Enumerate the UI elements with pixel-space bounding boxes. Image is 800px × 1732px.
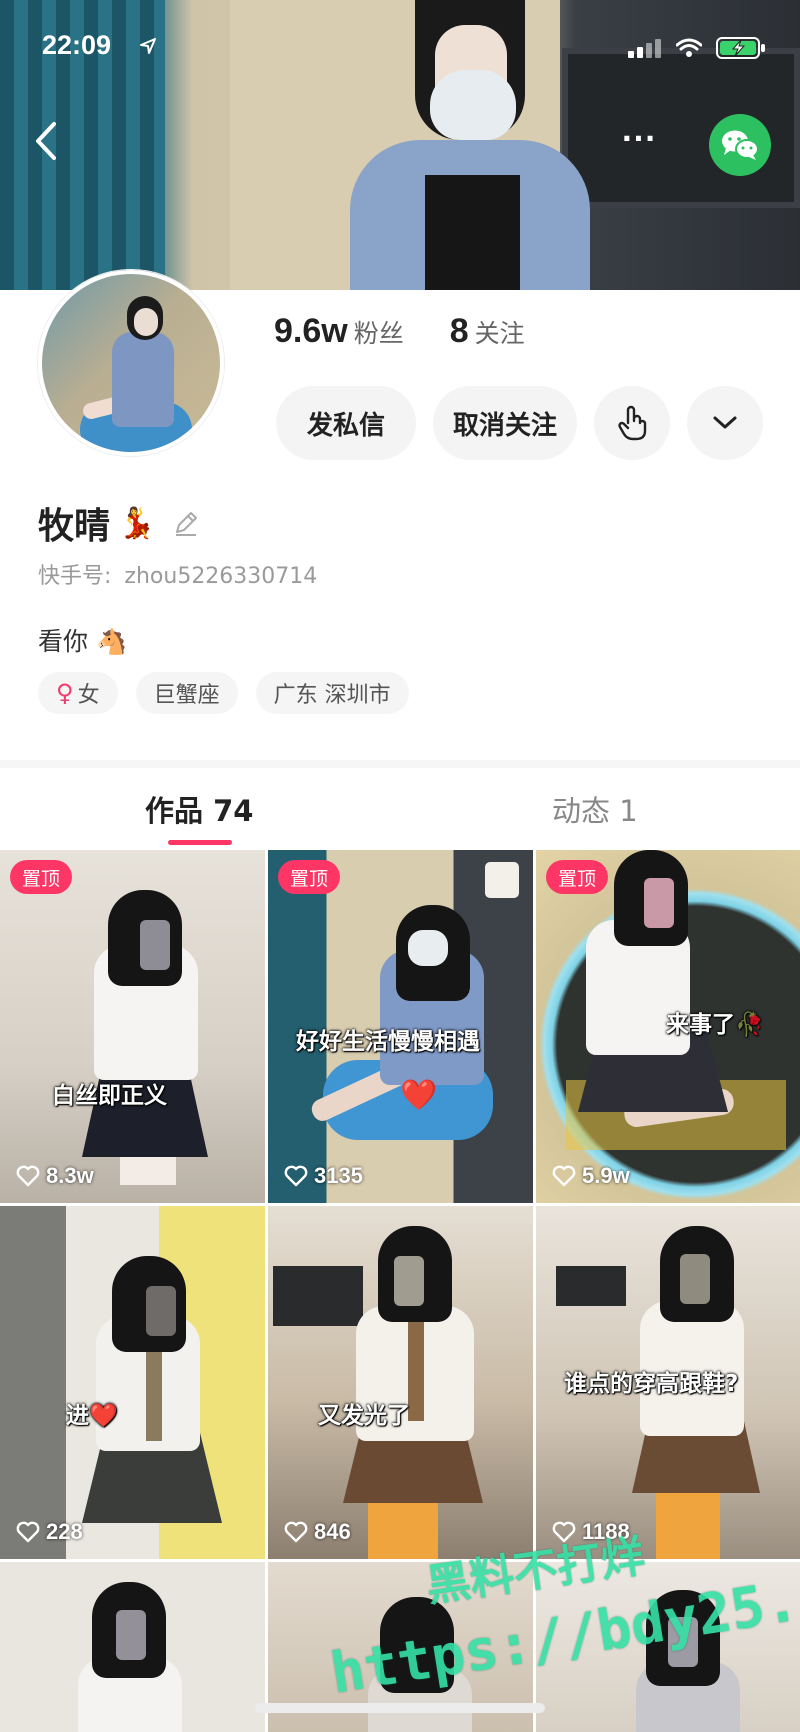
pinned-badge: 置顶 <box>278 860 341 894</box>
home-indicator <box>255 1703 545 1713</box>
more-button[interactable]: ··· <box>615 122 663 162</box>
like-count: 3135 <box>284 1163 363 1189</box>
video-card[interactable]: 进❤️ 228 <box>0 1206 265 1559</box>
video-card[interactable]: 置顶 来事了🥀 5.9w <box>536 850 800 1203</box>
video-card[interactable]: ❤️ 置顶 好好生活慢慢相遇 3135 <box>268 850 533 1203</box>
like-count: 8.3w <box>16 1163 94 1189</box>
like-count: 5.9w <box>552 1163 630 1189</box>
heart-outline-icon <box>552 1165 576 1187</box>
pinned-badge: 置顶 <box>546 860 609 894</box>
gender-text: 女 <box>77 683 100 708</box>
heart-outline-icon <box>16 1165 40 1187</box>
video-card[interactable]: 又发光了 846 <box>268 1206 533 1559</box>
video-card[interactable] <box>0 1562 265 1732</box>
followers-stat[interactable]: 9.6w 粉丝 <box>274 312 404 351</box>
chevron-down-icon <box>713 416 737 429</box>
unfollow-button[interactable]: 取消关注 <box>433 386 577 460</box>
gender-tag: ♀ 女 <box>38 672 118 714</box>
video-caption: 又发光了 <box>318 1403 410 1429</box>
back-button[interactable] <box>30 118 64 164</box>
cover-person <box>350 0 590 290</box>
image-post-icon <box>485 862 519 898</box>
name-row: 牧晴 💃 <box>38 497 201 549</box>
following-label: 关注 <box>474 319 525 348</box>
female-icon: ♀ <box>56 679 74 707</box>
nudge-button[interactable] <box>594 386 670 460</box>
zodiac-text: 巨蟹座 <box>153 683 220 708</box>
active-tab-indicator <box>168 840 232 845</box>
video-caption: 白丝即正义 <box>52 1083 167 1109</box>
wechat-share-button[interactable] <box>709 114 771 176</box>
avatar[interactable] <box>38 270 224 456</box>
send-message-button[interactable]: 发私信 <box>276 386 416 460</box>
video-card[interactable]: 谁点的穿高跟鞋? 1188 <box>536 1206 800 1559</box>
dancer-emoji: 💃 <box>118 505 156 541</box>
battery-charging-icon <box>716 37 765 59</box>
video-caption: 好好生活慢慢相遇 <box>296 1029 480 1055</box>
bio: 看你 🐴 <box>38 627 128 656</box>
location-arrow-icon <box>140 38 156 54</box>
content-tabs: 作品 74 动态 1 <box>0 768 800 850</box>
finger-tap-icon <box>618 405 647 441</box>
profile-tags: ♀ 女 巨蟹座 广东 深圳市 <box>38 672 409 714</box>
wifi-icon <box>676 38 702 57</box>
location-tag: 广东 深圳市 <box>255 672 409 714</box>
location-text: 广东 深圳市 <box>273 683 391 708</box>
heart-emoji-icon: ❤️ <box>400 1078 438 1113</box>
video-card[interactable]: 置顶 白丝即正义 8.3w <box>0 850 265 1203</box>
following-count: 8 <box>449 312 469 350</box>
status-icons <box>628 36 766 60</box>
profile-name: 牧晴 <box>38 506 111 547</box>
like-count: 846 <box>284 1519 351 1545</box>
status-time: 22:09 <box>42 30 112 60</box>
user-id-label: 快手号: <box>38 564 112 589</box>
pinned-badge: 置顶 <box>10 860 73 894</box>
heart-outline-icon <box>284 1165 308 1187</box>
heart-outline-icon <box>16 1521 40 1543</box>
user-id-value: zhou5226330714 <box>124 564 318 589</box>
followers-count: 9.6w <box>274 312 348 350</box>
zodiac-tag: 巨蟹座 <box>135 672 238 714</box>
video-caption: 来事了🥀 <box>666 1012 764 1038</box>
edit-pencil-icon[interactable] <box>171 508 201 538</box>
tab-works[interactable]: 作品 74 <box>145 788 253 830</box>
like-count: 228 <box>16 1519 83 1545</box>
expand-button[interactable] <box>687 386 763 460</box>
followers-label: 粉丝 <box>353 319 404 348</box>
user-id-row[interactable]: 快手号: zhou5226330714 <box>38 558 317 590</box>
tab-moments[interactable]: 动态 1 <box>552 788 638 830</box>
section-divider <box>0 760 800 768</box>
profile-actions: 发私信 取消关注 <box>276 386 763 460</box>
video-caption: 谁点的穿高跟鞋? <box>564 1371 739 1397</box>
heart-outline-icon <box>284 1521 308 1543</box>
video-caption: 进❤️ <box>66 1403 118 1429</box>
wechat-icon <box>722 130 759 160</box>
profile-stats: 9.6w 粉丝 8 关注 <box>274 312 525 351</box>
signal-icon <box>628 39 661 58</box>
following-stat[interactable]: 8 关注 <box>450 312 525 351</box>
